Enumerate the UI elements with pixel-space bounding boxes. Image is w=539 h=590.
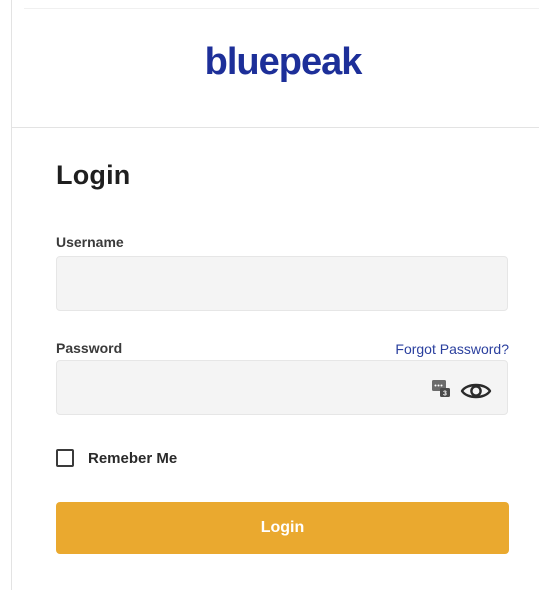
page-title: Login (56, 160, 131, 190)
header-top-rule (24, 8, 539, 9)
login-page: bluepeak Login Username Password Forgot … (0, 0, 539, 590)
remember-me-checkbox[interactable]: Remeber Me (56, 447, 177, 469)
username-input[interactable] (56, 256, 508, 311)
logo-text: bluepeak (205, 41, 364, 83)
remember-me-label: Remeber Me (88, 449, 178, 467)
svg-text:3: 3 (443, 391, 447, 398)
forgot-password-link[interactable]: Forgot Password? (395, 341, 509, 357)
bluepeak-logo: bluepeak (205, 41, 365, 83)
password-manager-key-icon[interactable]: 3 (430, 377, 452, 399)
password-label: Password (56, 340, 123, 356)
checkbox-box[interactable] (56, 449, 74, 467)
show-password-eye-icon[interactable] (460, 379, 492, 403)
username-label: Username (56, 234, 124, 250)
login-button[interactable]: Login (56, 502, 509, 554)
